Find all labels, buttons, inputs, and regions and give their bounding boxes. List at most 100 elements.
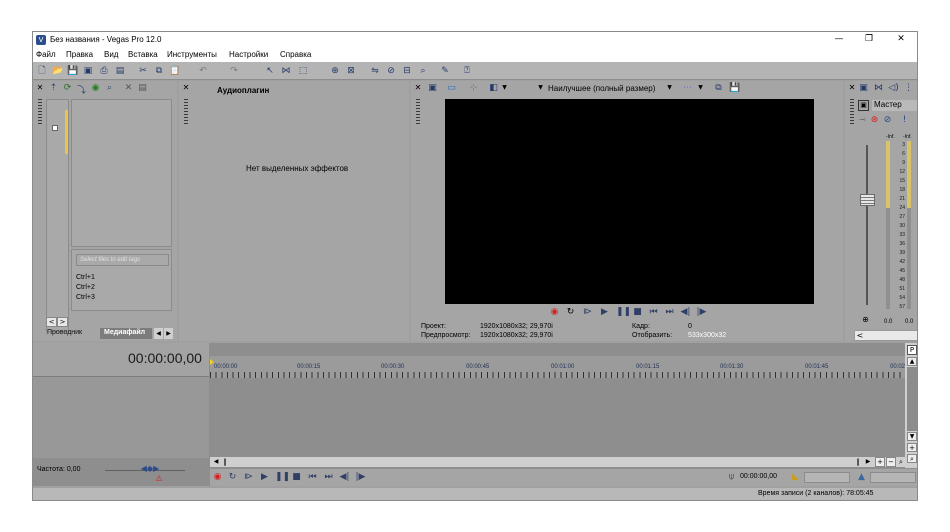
explorer-import-icon[interactable]: ⤵ [76,83,87,96]
scroll-thumb[interactable] [907,367,917,431]
tab-explorer[interactable]: Проводник [47,329,82,336]
quality-dropdown-arrow-icon[interactable]: ▼ [537,84,544,91]
mixer-properties-icon[interactable]: ▣ [858,83,869,93]
stop-icon[interactable]: ■ [632,307,643,317]
paste-icon[interactable]: 📋 [169,65,181,77]
zoom-tool-horizontal-icon[interactable]: ⌕ [897,457,905,467]
video-preview-screen[interactable] [445,99,814,304]
render-icon[interactable]: ⎙ [98,65,110,77]
explorer-search-icon[interactable]: ⌕ [104,83,115,93]
media-list[interactable] [71,99,172,247]
lock-envelopes-icon[interactable]: ⊘ [385,65,397,77]
panel-grip[interactable] [38,99,42,125]
zoom-in-horizontal-icon[interactable]: + [875,457,885,467]
explorer-capture-icon[interactable]: ◉ [90,83,101,93]
cursor-time-value[interactable]: 00:00:00,00 [740,473,777,480]
pause-icon[interactable]: ❚❚ [275,472,290,483]
loop-icon[interactable]: ↻ [565,307,576,317]
copy-icon[interactable]: ⧉ [153,65,165,77]
scroll-right-icon[interactable]: > [57,317,68,327]
master-record-icon[interactable]: ⊛ [869,115,880,125]
menu-insert[interactable]: Вставка [128,50,158,59]
tab-prev-icon[interactable]: ◀ [154,328,163,339]
menu-help[interactable]: Справка [280,50,311,59]
preview-properties-icon[interactable]: ▣ [427,83,438,93]
close-panel-icon[interactable]: ✕ [36,83,44,92]
close-button[interactable]: ✕ [891,33,911,46]
pencil-icon[interactable]: ✎ [439,65,451,77]
record-icon[interactable]: ◉ [212,472,223,483]
go-to-start-icon[interactable]: ⏮ [307,472,318,483]
timeline-properties-icon[interactable]: P [907,345,917,355]
panel-grip[interactable] [850,99,854,125]
scroll-up-icon[interactable]: ▲ [907,357,917,366]
envelope-tool-icon[interactable]: ⋈ [280,65,292,77]
go-to-end-icon[interactable]: ⏭ [664,307,675,317]
pause-icon[interactable]: ❚❚ [616,307,631,317]
properties-icon[interactable]: ▤ [114,65,126,77]
mixer-scrollbar[interactable]: < [854,330,917,341]
view-icon[interactable]: ▲ [856,472,867,483]
selection-length-field[interactable] [804,472,850,483]
redo-icon[interactable]: ↷ [228,65,240,77]
close-panel-icon[interactable]: ✕ [848,83,856,92]
folder-tree[interactable] [46,99,69,332]
quality-dropdown-icon[interactable]: ▼ [666,84,673,91]
prev-frame-icon[interactable]: ◀| [339,472,350,483]
go-to-start-icon[interactable]: ⏮ [648,307,659,317]
shortcut-3[interactable]: Ctrl+3 [76,294,95,301]
new-icon[interactable]: 🗋 [36,65,48,77]
mixer-downmix-icon[interactable]: ⋈ [873,83,884,93]
menu-settings[interactable]: Настройки [229,50,268,59]
hscroll-grip-icon[interactable]: ‖ [222,457,228,467]
master-fader-handle[interactable] [860,194,875,206]
copy-snapshot-icon[interactable]: ⧉ [713,83,724,93]
track-area[interactable] [210,378,905,456]
snapping-icon[interactable]: ⊕ [329,65,341,77]
view-field[interactable] [870,472,916,483]
ignore-grouping-icon[interactable]: ⊟ [401,65,413,77]
save-as-icon[interactable]: ▣ [82,65,94,77]
rate-slider-handle[interactable]: ◀◆▶ [139,464,161,473]
zoom-out-vertical-icon[interactable]: ⌕ [907,454,917,463]
tag-input[interactable]: Select files to edit tags [76,254,169,266]
split-screen-icon[interactable]: ◧ [488,83,499,93]
split-dropdown-icon[interactable]: ▼ [501,84,508,91]
scroll-left-icon[interactable]: < [46,317,57,327]
hscroll-left-icon[interactable]: ◀ [211,457,221,467]
play-from-start-icon[interactable]: ⧐ [582,307,593,317]
master-mute-icon[interactable]: ⊘ [882,115,893,125]
undo-icon[interactable]: ↶ [197,65,209,77]
open-icon[interactable]: 📂 [52,65,64,77]
overlays-icon[interactable]: ⋯ [682,83,693,93]
play-icon[interactable]: ▶ [259,472,270,483]
overlays-dropdown-icon[interactable]: ▼ [697,84,704,91]
hscroll-right-grip-icon[interactable]: ‖ [855,457,861,467]
normal-edit-tool-icon[interactable]: ↖ [264,65,276,77]
loop-icon[interactable]: ↻ [227,472,238,483]
play-from-start-icon[interactable]: ⧐ [243,472,254,483]
close-panel-icon[interactable]: ✕ [182,83,190,92]
zoom-in-vertical-icon[interactable]: + [907,443,917,452]
explorer-delete-icon[interactable]: ✕ [123,83,134,93]
fader-lock-icon[interactable]: ⊕ [861,315,870,324]
explorer-views-icon[interactable]: ▤ [137,83,148,93]
mixer-scroll-left-icon[interactable]: < [856,331,864,340]
menu-file[interactable]: Файл [36,50,56,59]
selection-tool-icon[interactable]: ⬚ [297,65,309,77]
stop-icon[interactable]: ■ [291,472,302,483]
tab-media[interactable]: Медиафайл [100,328,152,339]
mixer-dim-icon[interactable]: ◁) [888,83,899,93]
prev-frame-icon[interactable]: ◀| [680,307,691,317]
panel-grip[interactable] [416,99,420,125]
next-frame-icon[interactable]: |▶ [696,307,707,317]
shortcut-1[interactable]: Ctrl+1 [76,274,95,281]
time-ruler[interactable]: 00:00:00 00:00:15 00:00:30 00:00:45 00:0… [210,356,907,378]
timeline-vscroll[interactable]: P ▲ ▼ + ⌕ [905,343,917,468]
ripple-edit-icon[interactable]: ⇋ [369,65,381,77]
tree-expand-icon[interactable] [52,125,58,131]
whats-this-icon[interactable]: ⍰ [461,65,473,77]
menu-edit[interactable]: Правка [66,50,93,59]
preview-fx-icon[interactable]: ⊹ [468,83,479,93]
close-panel-icon[interactable]: ✕ [414,83,422,92]
